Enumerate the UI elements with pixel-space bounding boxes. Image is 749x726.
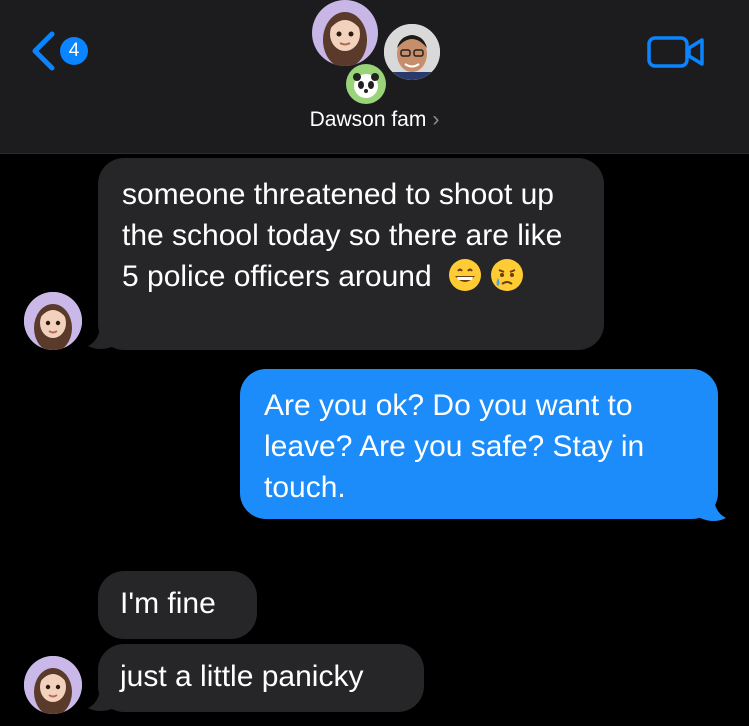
group-name-button[interactable]: Dawson fam › <box>0 108 749 132</box>
message-bubble-incoming[interactable]: someone threatened to shoot up the schoo… <box>98 158 604 350</box>
memoji-icon <box>24 656 82 714</box>
group-avatar-photo[interactable] <box>382 22 442 82</box>
bubble-tail <box>700 496 726 521</box>
back-button[interactable]: 4 <box>30 28 110 74</box>
memoji-icon <box>323 12 367 66</box>
chevron-left-icon <box>32 31 55 71</box>
message-text: just a little panicky <box>120 660 364 693</box>
group-avatar-memoji[interactable] <box>312 0 378 66</box>
crying-face-emoji <box>490 259 523 291</box>
unread-count-badge: 4 <box>60 37 88 65</box>
memoji-icon <box>24 292 82 350</box>
message-bubble-incoming[interactable]: I'm fine <box>98 571 257 639</box>
conversation-header: 4 Dawson fam › <box>0 0 749 154</box>
message-text: Are you ok? Do you want to leave? Are yo… <box>264 389 645 504</box>
message-bubble-outgoing[interactable]: Are you ok? Do you want to leave? Are yo… <box>240 369 718 519</box>
message-bubble-incoming[interactable]: just a little panicky <box>98 644 424 712</box>
person-photo-icon <box>384 24 440 80</box>
sender-avatar[interactable] <box>24 292 82 350</box>
message-text: I'm fine <box>120 587 216 620</box>
chevron-right-icon: › <box>432 108 440 131</box>
group-avatar-panda[interactable] <box>346 64 386 104</box>
group-name-label: Dawson fam <box>309 108 427 131</box>
panda-icon <box>353 73 379 98</box>
grinning-face-emoji <box>448 259 481 291</box>
sender-avatar[interactable] <box>24 656 82 714</box>
video-camera-icon[interactable] <box>646 34 706 70</box>
